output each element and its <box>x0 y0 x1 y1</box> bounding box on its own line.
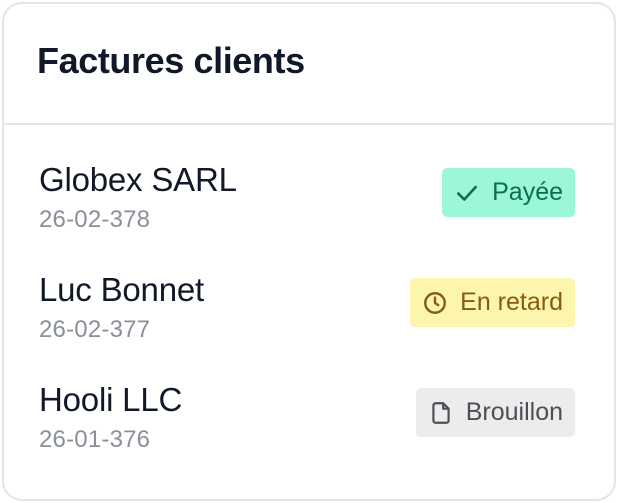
card-header: Factures clients <box>4 4 614 125</box>
invoice-number: 26-01-376 <box>39 426 151 453</box>
document-icon <box>428 400 454 426</box>
status-badge-paid: Payée <box>442 168 575 217</box>
client-name: Hooli LLC <box>39 381 183 418</box>
invoice-row[interactable]: Hooli LLC 26-01-376 Brouillon <box>4 376 614 486</box>
check-icon <box>454 180 480 206</box>
client-name: Luc Bonnet <box>39 271 204 308</box>
invoice-row[interactable]: Luc Bonnet 26-02-377 En retard <box>4 266 614 376</box>
clock-icon <box>422 290 448 316</box>
invoice-row[interactable]: Globex SARL 26-02-378 Payée <box>4 156 614 266</box>
status-label: En retard <box>460 288 563 316</box>
invoice-number: 26-02-377 <box>39 316 151 343</box>
client-name: Globex SARL <box>39 161 237 198</box>
invoices-card: Factures clients Globex SARL 26-02-378 P… <box>2 2 616 501</box>
status-label: Brouillon <box>465 398 563 426</box>
status-label: Payée <box>492 178 563 206</box>
status-badge-late: En retard <box>410 278 575 327</box>
status-badge-draft: Brouillon <box>415 388 575 437</box>
card-title: Factures clients <box>37 39 305 81</box>
invoice-list: Globex SARL 26-02-378 Payée Luc Bonnet 2… <box>4 156 614 486</box>
invoice-number: 26-02-378 <box>39 206 151 233</box>
